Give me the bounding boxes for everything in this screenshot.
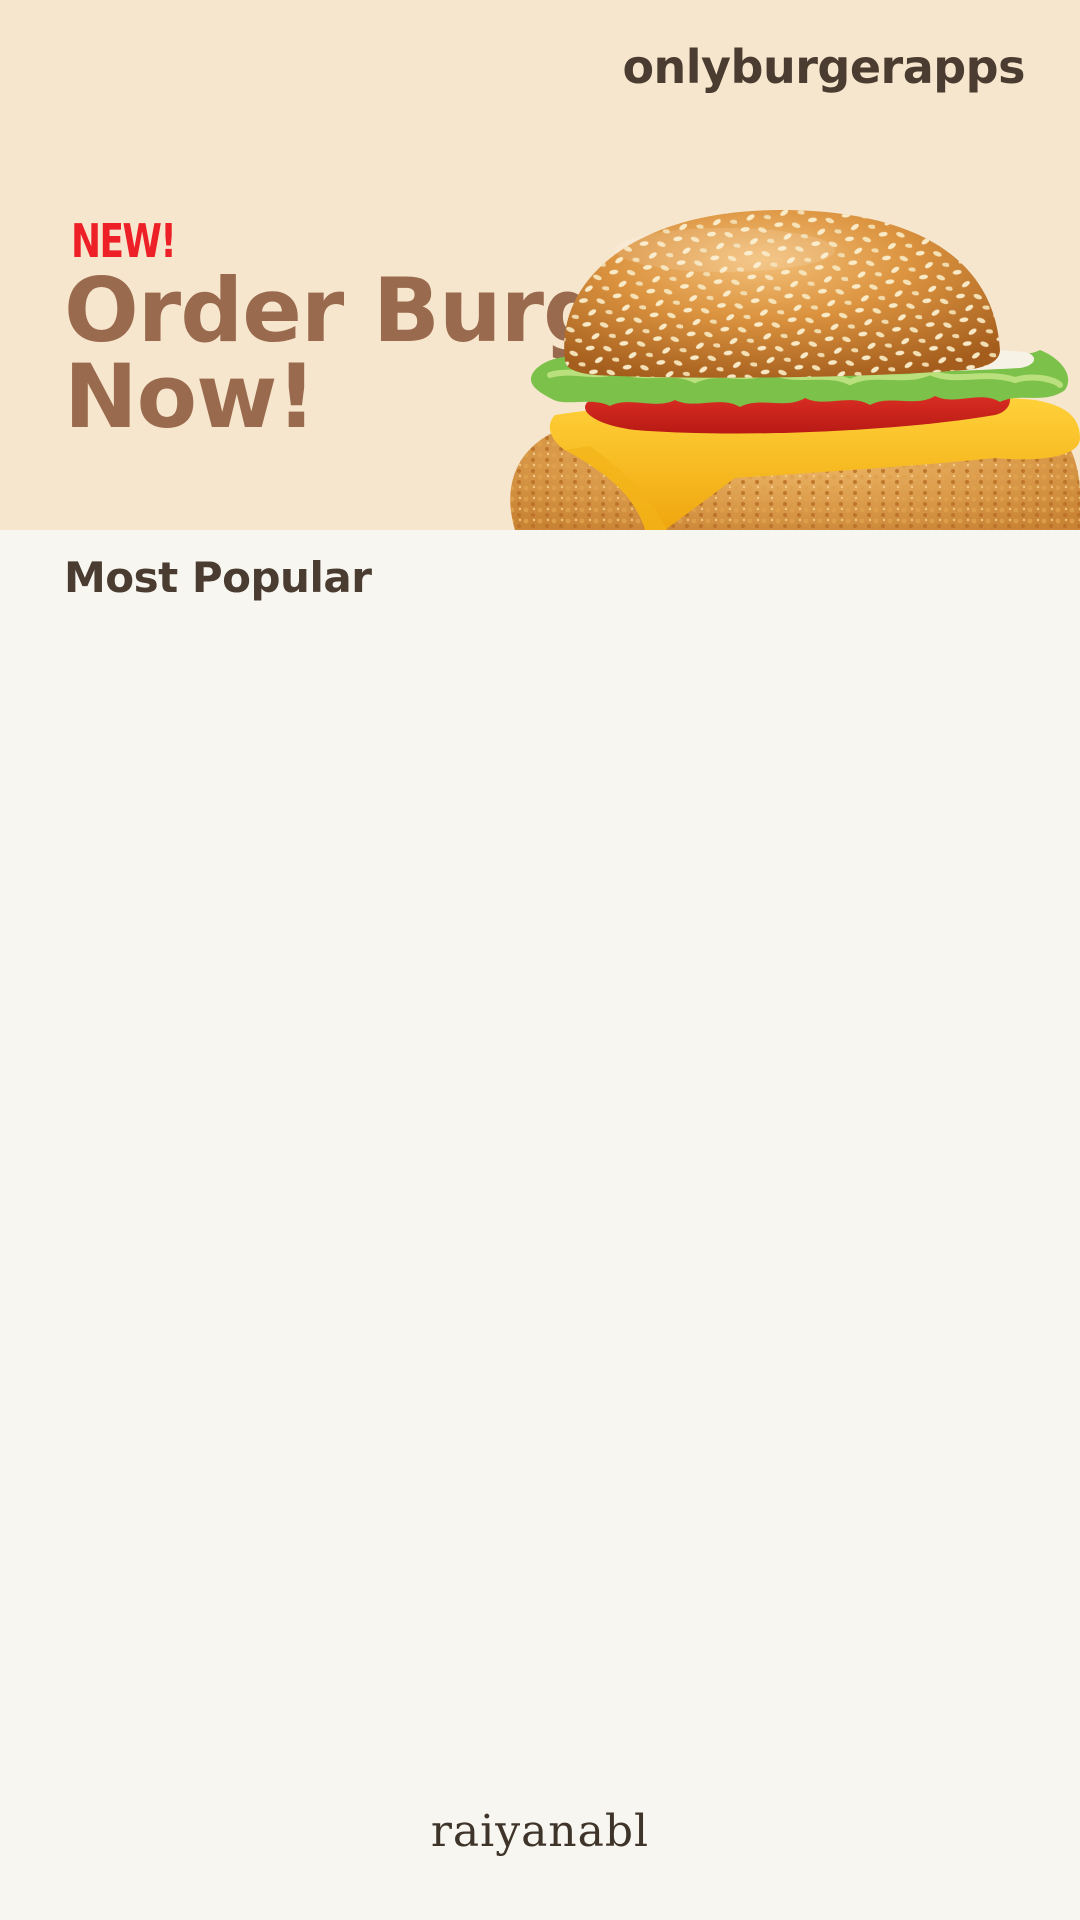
most-popular-list <box>0 630 1080 1780</box>
brand-name[interactable]: onlyburgerapps <box>622 40 1025 94</box>
burger-image <box>510 210 1080 530</box>
hero-banner: onlyburgerapps NEW! Order Burger Now! <box>0 0 1080 530</box>
most-popular-heading: Most Popular <box>64 553 372 602</box>
footer-credit: raiyanabl <box>430 1806 650 1857</box>
